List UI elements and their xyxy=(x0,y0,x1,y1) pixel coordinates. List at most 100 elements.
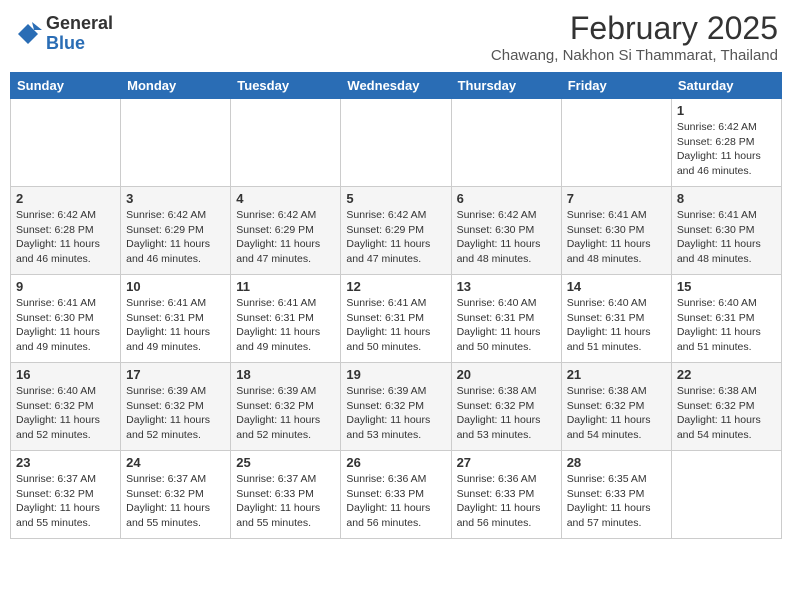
calendar-cell: 3 Sunrise: 6:42 AM Sunset: 6:29 PM Daylig… xyxy=(121,187,231,275)
calendar-cell xyxy=(451,99,561,187)
weekday-header-saturday: Saturday xyxy=(671,73,781,99)
calendar-cell: 16Sunrise: 6:40 AM Sunset: 6:32 PM Dayli… xyxy=(11,363,121,451)
logo: General Blue xyxy=(14,14,113,54)
day-info: Sunrise: 6:38 AM Sunset: 6:32 PM Dayligh… xyxy=(677,384,776,443)
calendar-cell: 13 Sunrise: 6:40 AM Sunset: 6:31 PM Dayli… xyxy=(451,275,561,363)
day-info: Sunrise: 6:41 AM Sunset: 6:31 PM Dayligh… xyxy=(236,296,335,355)
weekday-header-friday: Friday xyxy=(561,73,671,99)
day-number: 15 xyxy=(677,279,776,294)
day-info: Sunrise: 6:37 AM Sunset: 6:32 PM Dayligh… xyxy=(16,472,115,531)
day-number: 22 xyxy=(677,367,776,382)
location: Chawang, Nakhon Si Thammarat, Thailand xyxy=(491,47,778,64)
calendar-cell: 1 Sunrise: 6:42 AM Sunset: 6:28 PM Daylig… xyxy=(671,99,781,187)
calendar-week-row: 2 Sunrise: 6:42 AM Sunset: 6:28 PM Daylig… xyxy=(11,187,782,275)
day-number: 11 xyxy=(236,279,335,294)
day-info: Sunrise: 6:42 AM Sunset: 6:29 PM Dayligh… xyxy=(346,208,445,267)
calendar-cell: 4Sunrise: 6:42 AM Sunset: 6:29 PM Daylig… xyxy=(231,187,341,275)
day-number: 28 xyxy=(567,455,666,470)
calendar-cell xyxy=(121,99,231,187)
day-number: 12 xyxy=(346,279,445,294)
weekday-header-monday: Monday xyxy=(121,73,231,99)
calendar-cell xyxy=(341,99,451,187)
day-info: Sunrise: 6:41 AM Sunset: 6:30 PM Dayligh… xyxy=(567,208,666,267)
logo-general: General xyxy=(46,14,113,34)
day-number: 23 xyxy=(16,455,115,470)
day-info: Sunrise: 6:39 AM Sunset: 6:32 PM Dayligh… xyxy=(126,384,225,443)
calendar-cell: 5 Sunrise: 6:42 AM Sunset: 6:29 PM Daylig… xyxy=(341,187,451,275)
calendar-cell: 17 Sunrise: 6:39 AM Sunset: 6:32 PM Dayli… xyxy=(121,363,231,451)
weekday-header-tuesday: Tuesday xyxy=(231,73,341,99)
calendar-cell: 11 Sunrise: 6:41 AM Sunset: 6:31 PM Dayli… xyxy=(231,275,341,363)
calendar-cell: 22 Sunrise: 6:38 AM Sunset: 6:32 PM Dayli… xyxy=(671,363,781,451)
day-number: 25 xyxy=(236,455,335,470)
day-info: Sunrise: 6:37 AM Sunset: 6:32 PM Dayligh… xyxy=(126,472,225,531)
day-info: Sunrise: 6:36 AM Sunset: 6:33 PM Dayligh… xyxy=(457,472,556,531)
calendar-cell: 8Sunrise: 6:41 AM Sunset: 6:30 PM Daylig… xyxy=(671,187,781,275)
calendar-cell: 2 Sunrise: 6:42 AM Sunset: 6:28 PM Daylig… xyxy=(11,187,121,275)
calendar-cell: 18 Sunrise: 6:39 AM Sunset: 6:32 PM Dayli… xyxy=(231,363,341,451)
day-info: Sunrise: 6:39 AM Sunset: 6:32 PM Dayligh… xyxy=(346,384,445,443)
calendar-cell: 28 Sunrise: 6:35 AM Sunset: 6:33 PM Dayli… xyxy=(561,451,671,539)
day-info: Sunrise: 6:41 AM Sunset: 6:31 PM Dayligh… xyxy=(346,296,445,355)
day-number: 24 xyxy=(126,455,225,470)
calendar-cell: 15Sunrise: 6:40 AM Sunset: 6:31 PM Dayli… xyxy=(671,275,781,363)
day-number: 9 xyxy=(16,279,115,294)
weekday-header-thursday: Thursday xyxy=(451,73,561,99)
day-number: 13 xyxy=(457,279,556,294)
day-info: Sunrise: 6:42 AM Sunset: 6:28 PM Dayligh… xyxy=(677,120,776,179)
logo-blue: Blue xyxy=(46,34,113,54)
calendar-cell: 21 Sunrise: 6:38 AM Sunset: 6:32 PM Dayli… xyxy=(561,363,671,451)
day-number: 1 xyxy=(677,103,776,118)
calendar-cell: 10 Sunrise: 6:41 AM Sunset: 6:31 PM Dayli… xyxy=(121,275,231,363)
month-year: February 2025 xyxy=(491,10,778,47)
calendar-cell: 25Sunrise: 6:37 AM Sunset: 6:33 PM Dayli… xyxy=(231,451,341,539)
calendar-table: SundayMondayTuesdayWednesdayThursdayFrid… xyxy=(10,72,782,539)
weekday-header-sunday: Sunday xyxy=(11,73,121,99)
day-number: 19 xyxy=(346,367,445,382)
day-number: 18 xyxy=(236,367,335,382)
day-info: Sunrise: 6:42 AM Sunset: 6:29 PM Dayligh… xyxy=(126,208,225,267)
calendar-cell: 23 Sunrise: 6:37 AM Sunset: 6:32 PM Dayli… xyxy=(11,451,121,539)
day-number: 20 xyxy=(457,367,556,382)
day-info: Sunrise: 6:40 AM Sunset: 6:32 PM Dayligh… xyxy=(16,384,115,443)
day-number: 8 xyxy=(677,191,776,206)
day-number: 5 xyxy=(346,191,445,206)
calendar-cell: 24 Sunrise: 6:37 AM Sunset: 6:32 PM Dayli… xyxy=(121,451,231,539)
calendar-cell xyxy=(671,451,781,539)
day-number: 6 xyxy=(457,191,556,206)
calendar-cell: 6Sunrise: 6:42 AM Sunset: 6:30 PM Daylig… xyxy=(451,187,561,275)
calendar-cell: 27Sunrise: 6:36 AM Sunset: 6:33 PM Dayli… xyxy=(451,451,561,539)
day-info: Sunrise: 6:41 AM Sunset: 6:30 PM Dayligh… xyxy=(16,296,115,355)
day-info: Sunrise: 6:38 AM Sunset: 6:32 PM Dayligh… xyxy=(567,384,666,443)
calendar-week-row: 9 Sunrise: 6:41 AM Sunset: 6:30 PM Daylig… xyxy=(11,275,782,363)
day-info: Sunrise: 6:41 AM Sunset: 6:31 PM Dayligh… xyxy=(126,296,225,355)
day-number: 10 xyxy=(126,279,225,294)
calendar-cell: 20 Sunrise: 6:38 AM Sunset: 6:32 PM Dayli… xyxy=(451,363,561,451)
day-info: Sunrise: 6:40 AM Sunset: 6:31 PM Dayligh… xyxy=(457,296,556,355)
day-info: Sunrise: 6:36 AM Sunset: 6:33 PM Dayligh… xyxy=(346,472,445,531)
calendar-week-row: 23 Sunrise: 6:37 AM Sunset: 6:32 PM Dayli… xyxy=(11,451,782,539)
day-info: Sunrise: 6:40 AM Sunset: 6:31 PM Dayligh… xyxy=(567,296,666,355)
weekday-header-wednesday: Wednesday xyxy=(341,73,451,99)
calendar-cell xyxy=(231,99,341,187)
calendar-cell: 19 Sunrise: 6:39 AM Sunset: 6:32 PM Dayli… xyxy=(341,363,451,451)
calendar-cell: 26 Sunrise: 6:36 AM Sunset: 6:33 PM Dayli… xyxy=(341,451,451,539)
calendar-cell: 7 Sunrise: 6:41 AM Sunset: 6:30 PM Daylig… xyxy=(561,187,671,275)
day-info: Sunrise: 6:38 AM Sunset: 6:32 PM Dayligh… xyxy=(457,384,556,443)
day-info: Sunrise: 6:35 AM Sunset: 6:33 PM Dayligh… xyxy=(567,472,666,531)
day-number: 14 xyxy=(567,279,666,294)
day-number: 7 xyxy=(567,191,666,206)
day-number: 26 xyxy=(346,455,445,470)
day-number: 17 xyxy=(126,367,225,382)
logo-icon xyxy=(14,20,42,48)
page-header: General Blue February 2025 Chawang, Nakh… xyxy=(10,10,782,64)
day-info: Sunrise: 6:39 AM Sunset: 6:32 PM Dayligh… xyxy=(236,384,335,443)
day-number: 2 xyxy=(16,191,115,206)
day-number: 3 xyxy=(126,191,225,206)
calendar-week-row: 16Sunrise: 6:40 AM Sunset: 6:32 PM Dayli… xyxy=(11,363,782,451)
day-number: 4 xyxy=(236,191,335,206)
calendar-cell xyxy=(11,99,121,187)
calendar-cell xyxy=(561,99,671,187)
day-number: 21 xyxy=(567,367,666,382)
day-info: Sunrise: 6:42 AM Sunset: 6:28 PM Dayligh… xyxy=(16,208,115,267)
